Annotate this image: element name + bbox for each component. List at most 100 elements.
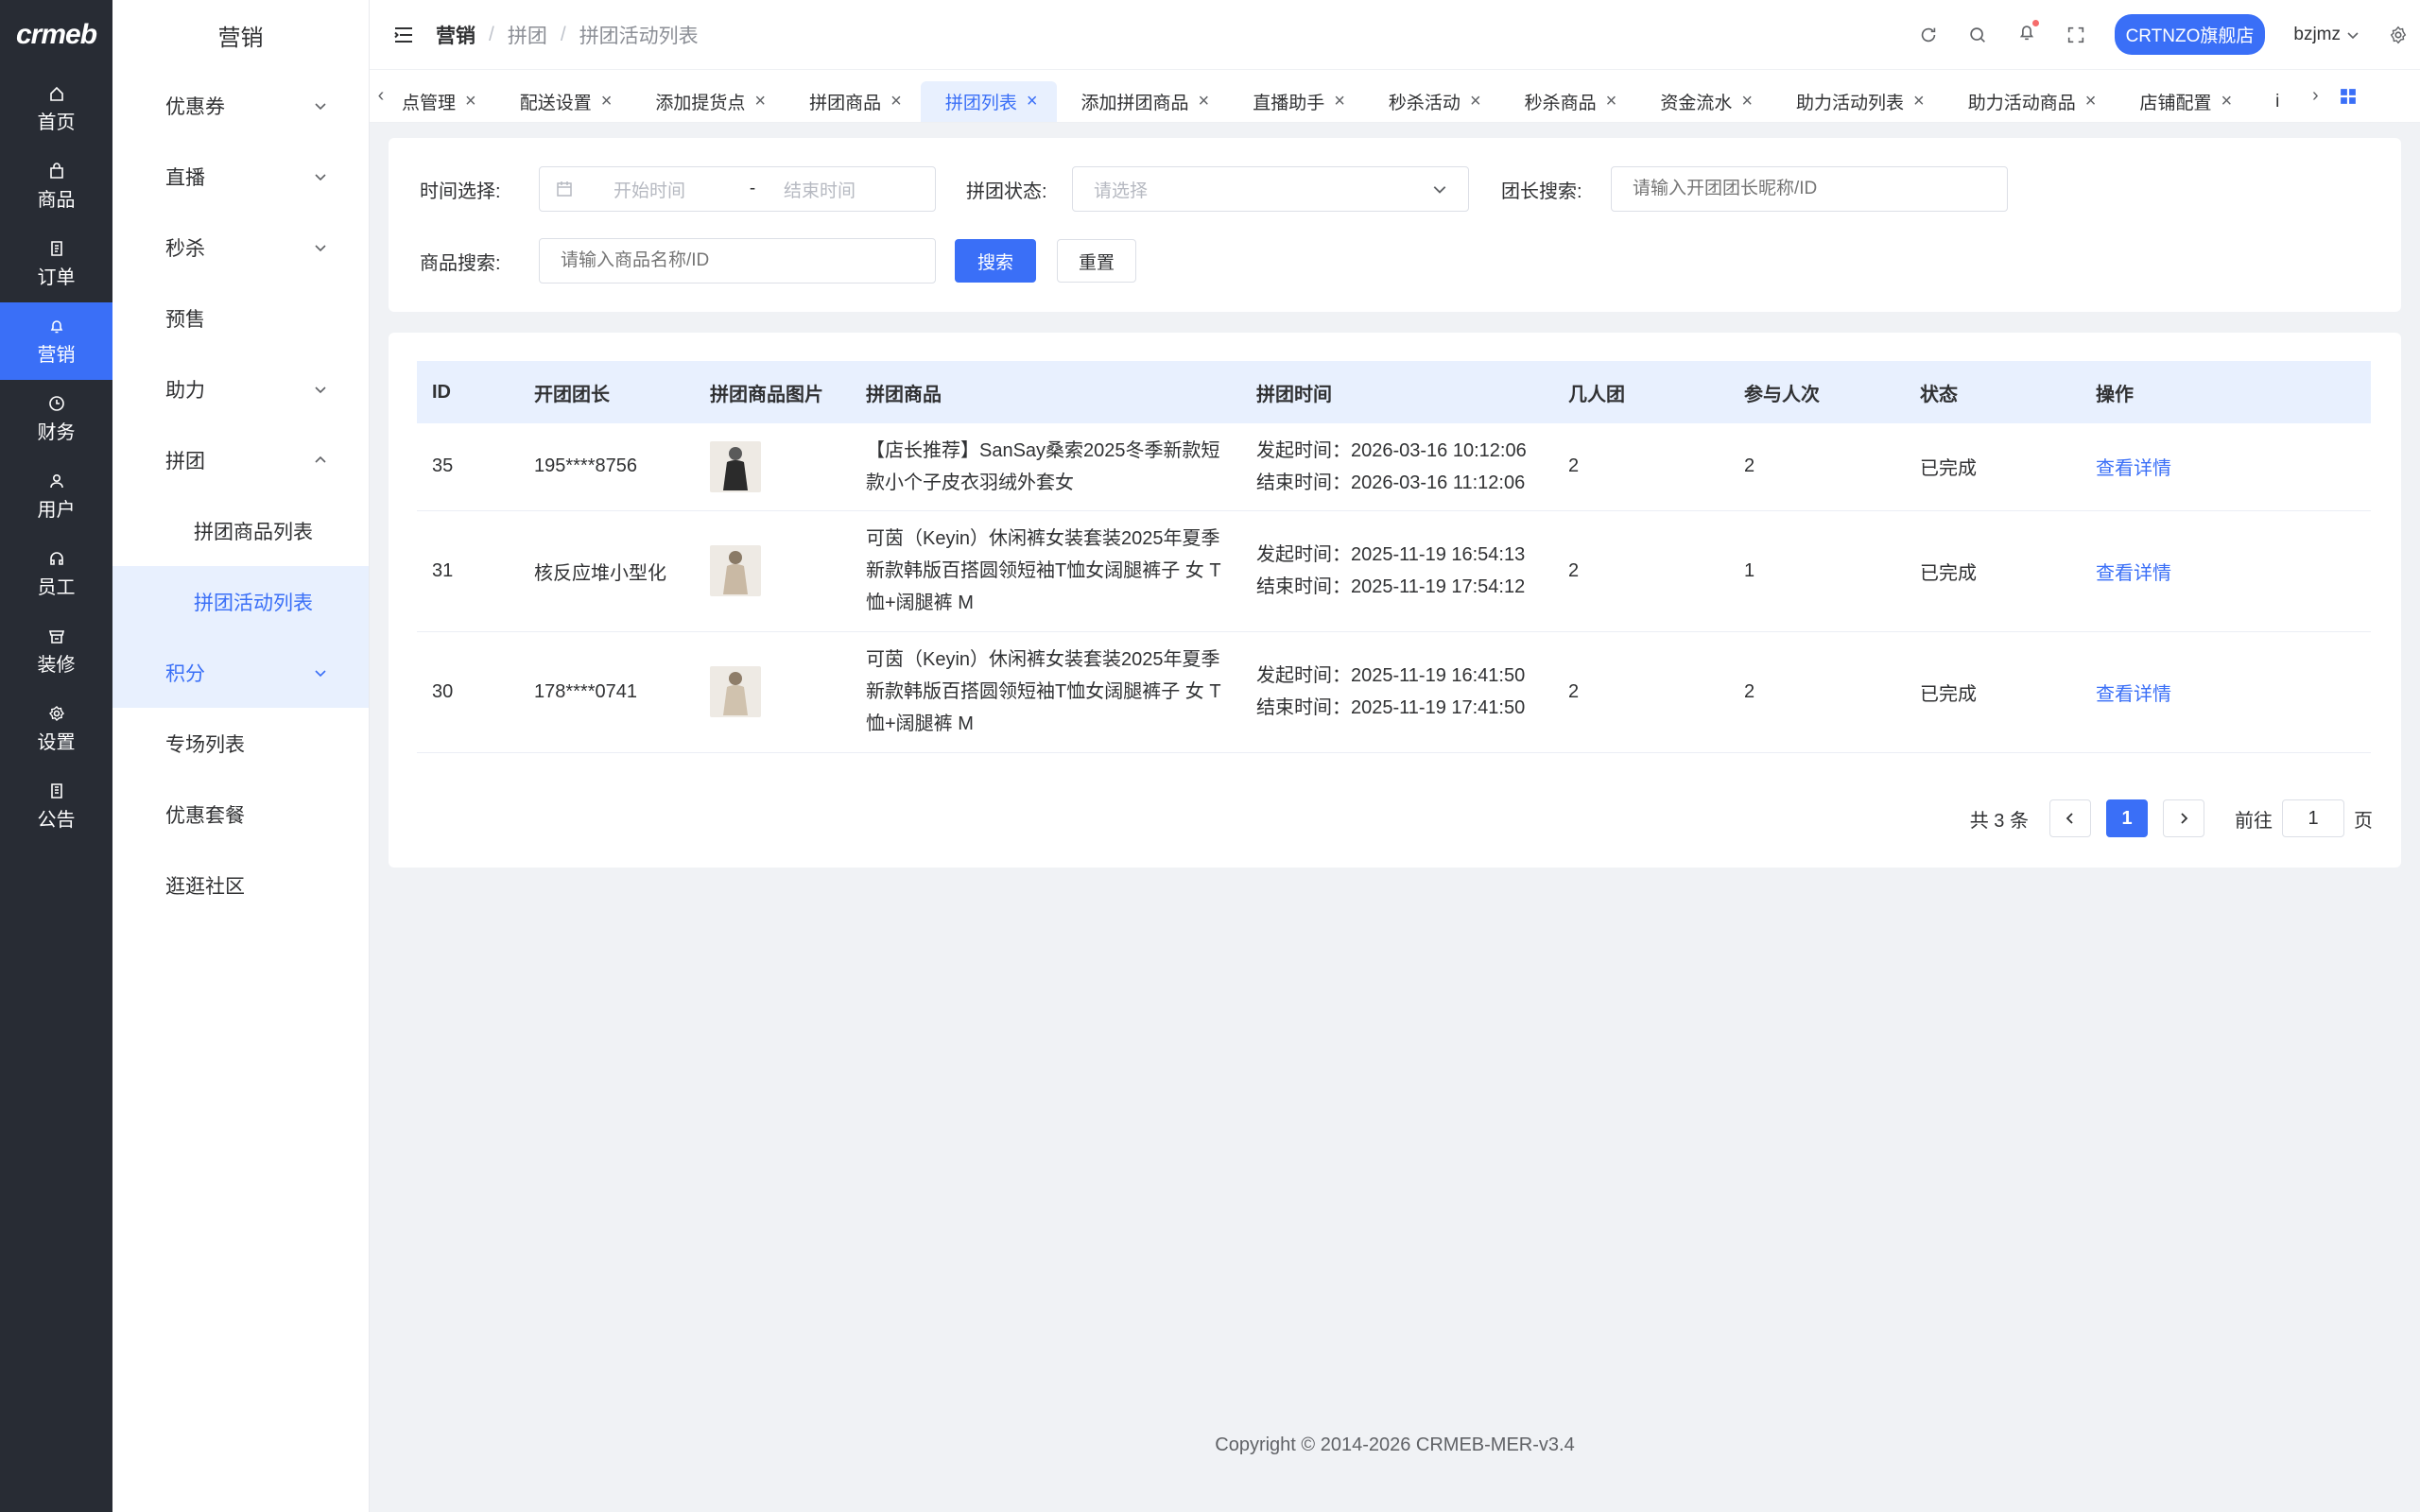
close-icon[interactable]: × — [465, 91, 476, 112]
tab-label: 点管理 — [402, 94, 457, 113]
tab-1[interactable]: 配送设置 × — [495, 81, 631, 123]
end-time-input[interactable]: 结束时间 — [784, 177, 856, 202]
tab-5[interactable]: 添加拼团商品 × — [1057, 81, 1229, 123]
menu-toggle-icon[interactable] — [392, 24, 415, 46]
close-icon[interactable]: × — [1334, 91, 1345, 112]
search-button[interactable]: 搜索 — [955, 239, 1037, 283]
view-details-link[interactable]: 查看详情 — [2096, 684, 2171, 705]
username: bzjmz — [2293, 24, 2341, 44]
start-time-input[interactable]: 开始时间 — [614, 177, 723, 202]
product-thumbnail[interactable] — [710, 666, 761, 717]
tab-12[interactable]: 店铺配置 × — [2115, 81, 2251, 123]
col-image: 拼团商品图片 — [695, 361, 851, 423]
tab-3[interactable]: 拼团商品 × — [785, 81, 921, 123]
tab-2[interactable]: 添加提货点 × — [631, 81, 785, 123]
goto-page-input[interactable]: 1 — [2282, 799, 2344, 837]
rail-item-8[interactable]: 设置 — [0, 690, 112, 767]
tabs-scroll-left-icon[interactable]: ‹ — [370, 85, 392, 107]
close-icon[interactable]: × — [1199, 91, 1210, 112]
col-action: 操作 — [2081, 361, 2371, 423]
close-icon[interactable]: × — [754, 91, 766, 112]
grid-menu-icon[interactable] — [2340, 88, 2357, 105]
submenu-points[interactable]: 积分 — [112, 637, 369, 708]
close-icon[interactable]: × — [1913, 91, 1925, 112]
breadcrumb-item[interactable]: 营销 — [436, 21, 475, 49]
submenu-live[interactable]: 直播 — [112, 141, 369, 212]
close-icon[interactable]: × — [1027, 91, 1038, 112]
rail-item-label: 用户 — [37, 499, 76, 521]
rail-item-6[interactable]: 员工 — [0, 535, 112, 612]
refresh-icon[interactable] — [1918, 25, 1939, 45]
close-icon[interactable]: × — [2085, 91, 2097, 112]
leader-search-input[interactable] — [1611, 166, 2008, 212]
rail-item-7[interactable]: 装修 — [0, 612, 112, 690]
tab-label: i — [2275, 91, 2280, 112]
tab-13[interactable]: i — [2251, 81, 2298, 123]
breadcrumb-item[interactable]: 拼团 — [508, 21, 547, 49]
submenu-community[interactable]: 逛逛社区 — [112, 850, 369, 920]
table-header-row: ID 开团团长 拼团商品图片 拼团商品 拼团时间 几人团 参与人次 状态 操作 — [417, 361, 2371, 423]
view-details-link[interactable]: 查看详情 — [2096, 563, 2171, 584]
tab-0[interactable]: 点管理 × — [392, 81, 495, 123]
product-name-line: 可茵（Keyin）休闲裤女装套装2025年夏季 — [866, 528, 1220, 549]
rail-item-label: 财务 — [37, 421, 76, 443]
cell-action: 查看详情 — [2081, 510, 2371, 632]
date-range-picker[interactable]: 开始时间 - 结束时间 — [539, 166, 936, 212]
tab-4[interactable]: 拼团列表 × — [920, 80, 1057, 122]
submenu-package[interactable]: 优惠套餐 — [112, 779, 369, 850]
next-page-button[interactable] — [2163, 799, 2204, 837]
rail-item-9[interactable]: 公告 — [0, 767, 112, 845]
reset-button[interactable]: 重置 — [1057, 239, 1137, 283]
notification-bell[interactable] — [2016, 20, 2039, 47]
chevron-down-icon — [315, 173, 326, 180]
rail-item-0[interactable]: 首页 — [0, 70, 112, 147]
close-icon[interactable]: × — [601, 91, 613, 112]
prev-page-button[interactable] — [2049, 799, 2091, 837]
tab-6[interactable]: 直播助手 × — [1228, 81, 1364, 123]
view-details-link[interactable]: 查看详情 — [2096, 458, 2171, 479]
cell-image — [695, 631, 851, 753]
rail-item-label: 首页 — [37, 112, 76, 133]
product-search-input[interactable] — [539, 238, 936, 284]
search-icon[interactable] — [1967, 25, 1988, 45]
status-select[interactable]: 请选择 — [1072, 166, 1469, 212]
submenu-seckill[interactable]: 秒杀 — [112, 212, 369, 283]
submenu-coupon[interactable]: 优惠券 — [112, 70, 369, 141]
rail-item-2[interactable]: 订单 — [0, 225, 112, 302]
close-icon[interactable]: × — [2221, 91, 2232, 112]
cell-size: 2 — [1553, 423, 1729, 511]
tab-10[interactable]: 助力活动列表 × — [1772, 81, 1944, 123]
submenu-presale[interactable]: 预售 — [112, 283, 369, 353]
submenu-assist[interactable]: 助力 — [112, 353, 369, 424]
close-icon[interactable]: × — [890, 91, 902, 112]
bell-icon — [2019, 26, 2033, 41]
rail-item-3[interactable]: 营销 — [0, 302, 112, 380]
product-thumbnail[interactable] — [710, 545, 761, 596]
rail-item-1[interactable]: 商品 — [0, 147, 112, 225]
rail-item-5[interactable]: 用户 — [0, 457, 112, 535]
rail-item-4[interactable]: 财务 — [0, 380, 112, 457]
submenu-special[interactable]: 专场列表 — [112, 708, 369, 779]
tab-7[interactable]: 秒杀活动 × — [1364, 81, 1500, 123]
user-menu[interactable]: bzjmz — [2293, 25, 2360, 45]
tab-9[interactable]: 资金流水 × — [1635, 81, 1772, 123]
submenu-group-products[interactable]: 拼团商品列表 — [112, 495, 369, 566]
rail-item-label: 订单 — [37, 266, 76, 288]
fullscreen-icon[interactable] — [2066, 25, 2086, 45]
page-1-button[interactable]: 1 — [2106, 799, 2148, 837]
submenu-group-activities[interactable]: 拼团活动列表 — [112, 566, 369, 637]
submenu-group[interactable]: 拼团 — [112, 424, 369, 495]
close-icon[interactable]: × — [1606, 91, 1617, 112]
chevron-down-icon — [315, 386, 326, 393]
tab-11[interactable]: 助力活动商品 × — [1944, 81, 2116, 123]
chevron-right-icon — [2181, 813, 2188, 824]
store-switch-button[interactable]: CRTNZO旗舰店 — [2114, 14, 2266, 55]
tab-8[interactable]: 秒杀商品 × — [1500, 81, 1636, 123]
settings-gear-icon[interactable] — [2388, 25, 2409, 45]
close-icon[interactable]: × — [1741, 91, 1753, 112]
product-thumbnail[interactable] — [710, 440, 761, 492]
tabs-scroll-right-icon[interactable]: › — [2304, 85, 2326, 107]
close-icon[interactable]: × — [1470, 91, 1481, 112]
brand-logo[interactable]: crmeb — [0, 0, 112, 70]
chevron-down-icon — [1433, 186, 1446, 194]
